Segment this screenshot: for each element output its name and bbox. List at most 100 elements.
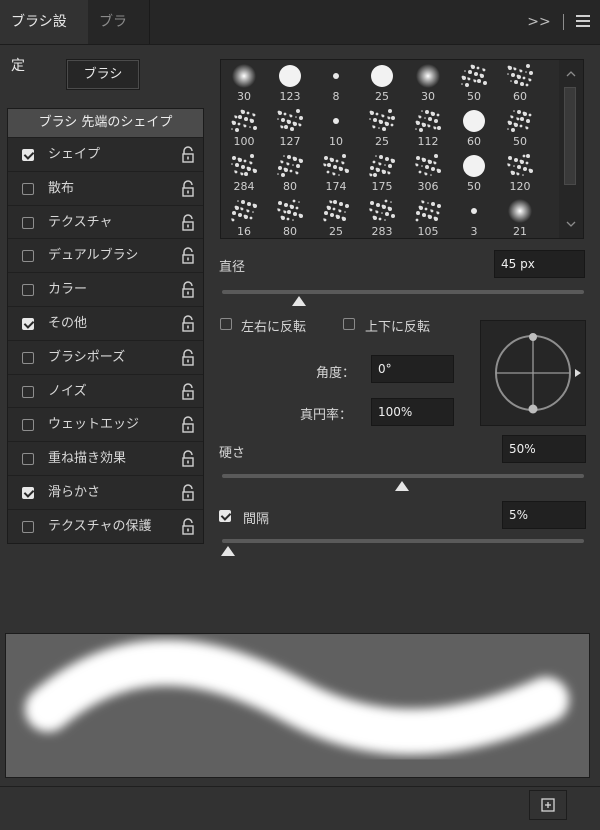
sidebar-item-shape[interactable]: シェイプ: [8, 137, 203, 171]
menu-icon[interactable]: [576, 15, 590, 27]
hardness-input[interactable]: 50%: [502, 435, 586, 463]
scroll-down-icon[interactable]: [566, 220, 576, 228]
brush-preset[interactable]: 112: [405, 105, 451, 150]
brush-size-label: 60: [513, 90, 527, 103]
brush-size-label: 174: [325, 180, 347, 193]
lock-icon[interactable]: [180, 349, 196, 367]
sidebar-item-checkbox[interactable]: [22, 216, 34, 229]
sidebar-item-checkbox[interactable]: [22, 520, 34, 533]
sidebar-item-protect-texture[interactable]: テクスチャの保護: [8, 508, 203, 543]
sidebar-item-dual-brush[interactable]: デュアルブラシ: [8, 238, 203, 272]
sidebar-item-other[interactable]: その他: [8, 306, 203, 340]
brush-preset[interactable]: 8: [313, 60, 359, 105]
tab-brushes[interactable]: ブラシ: [88, 0, 150, 74]
spacing-input[interactable]: 5%: [502, 501, 586, 529]
brush-preset[interactable]: 80: [267, 195, 313, 238]
angle-roundness-widget[interactable]: [480, 320, 586, 426]
diameter-slider-thumb[interactable]: [292, 296, 306, 306]
lock-icon[interactable]: [180, 247, 196, 265]
brush-preset[interactable]: 25: [313, 195, 359, 238]
brush-preset[interactable]: 60: [497, 60, 543, 105]
sidebar-item-checkbox[interactable]: [22, 149, 34, 161]
sidebar-item-checkbox[interactable]: [22, 318, 34, 330]
brush-preset[interactable]: 120: [497, 150, 543, 195]
brush-preset[interactable]: 127: [267, 105, 313, 150]
roundness-input[interactable]: 100%: [371, 398, 454, 426]
brush-preset[interactable]: 175: [359, 150, 405, 195]
lock-icon[interactable]: [180, 450, 196, 468]
lock-icon[interactable]: [180, 382, 196, 401]
brush-preset[interactable]: 21: [497, 195, 543, 238]
brush-preset[interactable]: 123: [267, 60, 313, 105]
scroll-thumb[interactable]: [564, 87, 576, 185]
brush-preset[interactable]: 50: [451, 150, 497, 195]
sidebar-item-smoothing[interactable]: 滑らかさ: [8, 475, 203, 509]
angle-input[interactable]: 0°: [371, 355, 454, 383]
brush-preset[interactable]: 30: [405, 60, 451, 105]
brush-preset[interactable]: 16: [221, 195, 267, 238]
scroll-up-icon[interactable]: [566, 70, 576, 78]
brush-preset[interactable]: 100: [221, 105, 267, 150]
flip-y-checkbox[interactable]: [343, 318, 355, 330]
lock-icon[interactable]: [180, 146, 196, 164]
sidebar-item-noise[interactable]: ノイズ: [8, 373, 203, 408]
brush-stroke-preview: [5, 633, 590, 778]
brush-tip-icon: [369, 109, 395, 131]
lock-icon[interactable]: [180, 180, 196, 198]
sidebar-item-checkbox[interactable]: [22, 419, 34, 432]
hardness-slider-track[interactable]: [222, 474, 584, 478]
brush-preset[interactable]: 60: [451, 105, 497, 150]
sidebar-item-label: ノイズ: [48, 383, 87, 399]
brush-presets-button[interactable]: ブラシ: [66, 59, 140, 90]
spacing-slider-track[interactable]: [222, 539, 584, 543]
collapse-button[interactable]: >>: [527, 0, 550, 44]
lock-icon[interactable]: [180, 213, 196, 232]
diameter-slider-track[interactable]: [222, 290, 584, 294]
brush-preset[interactable]: 30: [221, 60, 267, 105]
spacing-checkbox[interactable]: [219, 510, 231, 522]
lock-icon[interactable]: [180, 484, 196, 502]
sidebar-item-checkbox[interactable]: [22, 284, 34, 297]
brush-preset[interactable]: 3: [451, 195, 497, 238]
brush-tip-icon: [277, 199, 303, 221]
brush-preset[interactable]: 174: [313, 150, 359, 195]
create-new-brush-button[interactable]: [529, 790, 567, 820]
sidebar-item-scatter[interactable]: 散布: [8, 170, 203, 205]
sidebar-item-wet-edges[interactable]: ウェットエッジ: [8, 407, 203, 441]
spacing-slider-thumb[interactable]: [221, 546, 235, 556]
lock-icon[interactable]: [180, 315, 196, 333]
hardness-slider-thumb[interactable]: [395, 481, 409, 491]
sidebar-item-build-up[interactable]: 重ね描き効果: [8, 441, 203, 475]
brush-preset[interactable]: 10: [313, 105, 359, 150]
sidebar-item-texture[interactable]: テクスチャ: [8, 204, 203, 239]
brush-preset[interactable]: 50: [451, 60, 497, 105]
brush-preset[interactable]: 105: [405, 195, 451, 238]
brush-preset[interactable]: 283: [359, 195, 405, 238]
brush-settings-panel: ブラシ設定 ブラシ >> ブラシ ブラシ 先端のシェイプ シェイプ散布テクスチャ…: [0, 0, 600, 830]
sidebar-item-checkbox[interactable]: [22, 487, 34, 499]
lock-icon[interactable]: [180, 281, 196, 299]
diameter-input[interactable]: 45 px: [494, 250, 585, 278]
brush-preset[interactable]: 50: [497, 105, 543, 150]
sidebar-item-color[interactable]: カラー: [8, 272, 203, 306]
flip-x-checkbox[interactable]: [220, 318, 232, 330]
sidebar-item-brush-pose[interactable]: ブラシポーズ: [8, 339, 203, 374]
brush-preset[interactable]: 284: [221, 150, 267, 195]
lock-icon[interactable]: [180, 416, 196, 434]
brush-preset[interactable]: 80: [267, 150, 313, 195]
brush-preset[interactable]: 25: [359, 105, 405, 150]
presets-scrollbar[interactable]: [559, 60, 583, 238]
sidebar-item-label: デュアルブラシ: [48, 248, 139, 264]
angle-dial-icon[interactable]: [481, 321, 585, 425]
lock-icon[interactable]: [180, 518, 196, 536]
sidebar-item-checkbox[interactable]: [22, 250, 34, 263]
sidebar-item-checkbox[interactable]: [22, 385, 34, 398]
sidebar-item-checkbox[interactable]: [22, 351, 34, 364]
brush-preset[interactable]: 25: [359, 60, 405, 105]
sidebar-item-checkbox[interactable]: [22, 182, 34, 195]
tab-brush-settings[interactable]: ブラシ設定: [0, 0, 88, 74]
diameter-label: 直径: [219, 260, 246, 275]
brush-tip-shape-header[interactable]: ブラシ 先端のシェイプ: [8, 109, 203, 137]
brush-preset[interactable]: 306: [405, 150, 451, 195]
sidebar-item-checkbox[interactable]: [22, 453, 34, 466]
